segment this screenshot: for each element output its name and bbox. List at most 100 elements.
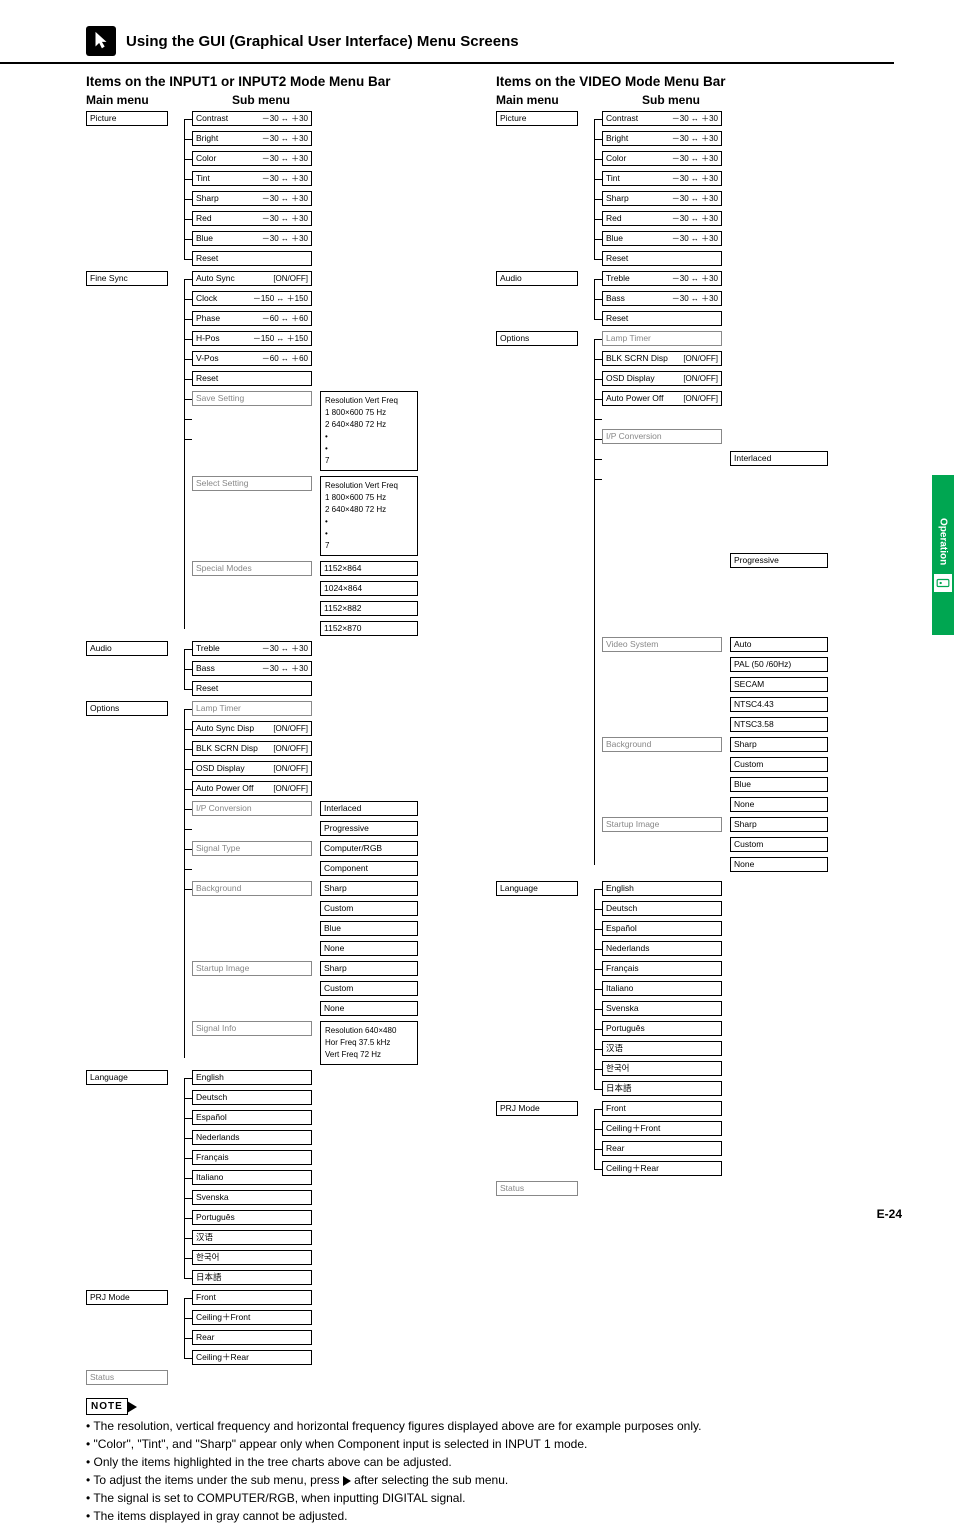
sub-menu-item: BLK SCRN Disp[ON/OFF] xyxy=(192,741,312,756)
sub-menu-item: Français xyxy=(192,1150,312,1165)
sub-menu-item: Startup Image xyxy=(192,961,312,976)
sub-menu-item: Video System xyxy=(602,637,722,652)
sub-menu-item: Lamp Timer xyxy=(602,331,722,346)
sub-menu-item: Background xyxy=(192,881,312,896)
side-option: 1152×882 xyxy=(320,601,418,616)
main-menu-item: Picture xyxy=(496,111,578,126)
sub-menu-item: Startup Image xyxy=(602,817,722,832)
sub-menu-item: Color－30 ↔ ＋30 xyxy=(192,151,312,166)
side-option: NTSC3.58 xyxy=(730,717,828,732)
note-item: The resolution, vertical frequency and h… xyxy=(86,1417,894,1435)
sub-menu-item: Ceiling＋Rear xyxy=(602,1161,722,1176)
sub-menu-item: BLK SCRN Disp[ON/OFF] xyxy=(602,351,722,366)
right-sub-header: Sub menu xyxy=(606,93,736,107)
notes-section: NOTE The resolution, vertical frequency … xyxy=(0,1390,954,1525)
page-number: E-24 xyxy=(877,1207,902,1221)
note-item: To adjust the items under the sub menu, … xyxy=(86,1471,894,1489)
sub-menu-item: Background xyxy=(602,737,722,752)
sub-menu-item: Auto Power Off[ON/OFF] xyxy=(192,781,312,796)
sub-menu-item: Português xyxy=(602,1021,722,1036)
sub-menu-item: Sharp－30 ↔ ＋30 xyxy=(192,191,312,206)
side-option: None xyxy=(320,1001,418,1016)
side-option: Progressive xyxy=(730,553,828,568)
sub-menu-item: V-Pos－60 ↔ ＋60 xyxy=(192,351,312,366)
sub-menu-item: Bass－30 ↔ ＋30 xyxy=(602,291,722,306)
side-option: Component xyxy=(320,861,418,876)
side-option: 1024×864 xyxy=(320,581,418,596)
main-menu-item: Status xyxy=(86,1370,168,1385)
sub-menu-item: Rear xyxy=(192,1330,312,1345)
sub-menu-item: Bright－30 ↔ ＋30 xyxy=(192,131,312,146)
right-main-header: Main menu xyxy=(496,93,606,107)
main-menu-item: PRJ Mode xyxy=(86,1290,168,1305)
main-menu-item: Language xyxy=(496,881,578,896)
side-option: None xyxy=(320,941,418,956)
sub-menu-item: Save Setting xyxy=(192,391,312,406)
sub-menu-item: Ceiling＋Front xyxy=(192,1310,312,1325)
page-header: Using the GUI (Graphical User Interface)… xyxy=(0,0,894,64)
side-option: Custom xyxy=(320,981,418,996)
sub-menu-item: I/P Conversion xyxy=(192,801,312,816)
right-section-title: Items on the VIDEO Mode Menu Bar xyxy=(496,74,896,89)
sub-menu-item: OSD Display[ON/OFF] xyxy=(192,761,312,776)
side-info-box: Resolution Vert Freq1 800×600 75 Hz2 640… xyxy=(320,476,418,556)
sub-menu-item: Español xyxy=(602,921,722,936)
side-option: Interlaced xyxy=(730,451,828,466)
sub-menu-item: 한국어 xyxy=(192,1250,312,1265)
note-item: The items displayed in gray cannot be ad… xyxy=(86,1507,894,1525)
sub-menu-item: Ceiling＋Rear xyxy=(192,1350,312,1365)
left-tree: PictureContrast－30 ↔ ＋30Bright－30 ↔ ＋30C… xyxy=(86,111,486,1390)
side-option: NTSC4.43 xyxy=(730,697,828,712)
sub-menu-item: Português xyxy=(192,1210,312,1225)
note-item: Only the items highlighted in the tree c… xyxy=(86,1453,894,1471)
side-option: None xyxy=(730,857,828,872)
note-item: The signal is set to COMPUTER/RGB, when … xyxy=(86,1489,894,1507)
sub-menu-item: Select Setting xyxy=(192,476,312,491)
input-mode-column: Items on the INPUT1 or INPUT2 Mode Menu … xyxy=(86,74,486,1390)
sub-menu-item: Sharp－30 ↔ ＋30 xyxy=(602,191,722,206)
sub-menu-item: Blue－30 ↔ ＋30 xyxy=(192,231,312,246)
sub-menu-item: Front xyxy=(192,1290,312,1305)
left-sub-header: Sub menu xyxy=(196,93,326,107)
sub-menu-item: Tint－30 ↔ ＋30 xyxy=(192,171,312,186)
sub-menu-item: Deutsch xyxy=(192,1090,312,1105)
sub-menu-item: 汉语 xyxy=(602,1041,722,1056)
main-menu-item: Options xyxy=(496,331,578,346)
right-tree: Picture Contrast－30 ↔ ＋30 Bright－30 ↔ ＋30 C… xyxy=(496,111,896,1201)
sub-menu-item: Tint－30 ↔ ＋30 xyxy=(602,171,722,186)
pointer-icon xyxy=(86,26,116,56)
sub-menu-item: Español xyxy=(192,1110,312,1125)
sub-menu-item: Bright－30 ↔ ＋30 xyxy=(602,131,722,146)
sub-menu-item: Treble－30 ↔ ＋30 xyxy=(602,271,722,286)
sub-menu-item: Front xyxy=(602,1101,722,1116)
side-option: Custom xyxy=(730,837,828,852)
sub-menu-item: Clock－150 ↔ ＋150 xyxy=(192,291,312,306)
notes-list: The resolution, vertical frequency and h… xyxy=(86,1417,894,1525)
sub-menu-item: Blue－30 ↔ ＋30 xyxy=(602,231,722,246)
note-item: "Color", "Tint", and "Sharp" appear only… xyxy=(86,1435,894,1453)
sub-menu-item: H-Pos－150 ↔ ＋150 xyxy=(192,331,312,346)
sub-menu-item: Rear xyxy=(602,1141,722,1156)
main-menu-item: Audio xyxy=(86,641,168,656)
video-mode-column: Items on the VIDEO Mode Menu Bar Main me… xyxy=(496,74,896,1390)
sub-menu-item: Svenska xyxy=(192,1190,312,1205)
sub-menu-item: English xyxy=(602,881,722,896)
sub-menu-item: Reset xyxy=(602,251,722,266)
sub-menu-item: Contrast－30 ↔ ＋30 xyxy=(602,111,722,126)
side-option: SECAM xyxy=(730,677,828,692)
sub-menu-item: Red－30 ↔ ＋30 xyxy=(192,211,312,226)
side-option: Sharp xyxy=(730,737,828,752)
main-menu-item: Picture xyxy=(86,111,168,126)
side-option: Blue xyxy=(730,777,828,792)
side-option: 1152×870 xyxy=(320,621,418,636)
sub-menu-item: OSD Display[ON/OFF] xyxy=(602,371,722,386)
sub-menu-item: Lamp Timer xyxy=(192,701,312,716)
sub-menu-item: Signal Type xyxy=(192,841,312,856)
sub-menu-item: Special Modes xyxy=(192,561,312,576)
sub-menu-item: I/P Conversion xyxy=(602,429,722,444)
main-menu-item: Audio xyxy=(496,271,578,286)
main-menu-item: Status xyxy=(496,1181,578,1196)
side-option: PAL (50 /60Hz) xyxy=(730,657,828,672)
main-menu-item: Language xyxy=(86,1070,168,1085)
side-option: Auto xyxy=(730,637,828,652)
